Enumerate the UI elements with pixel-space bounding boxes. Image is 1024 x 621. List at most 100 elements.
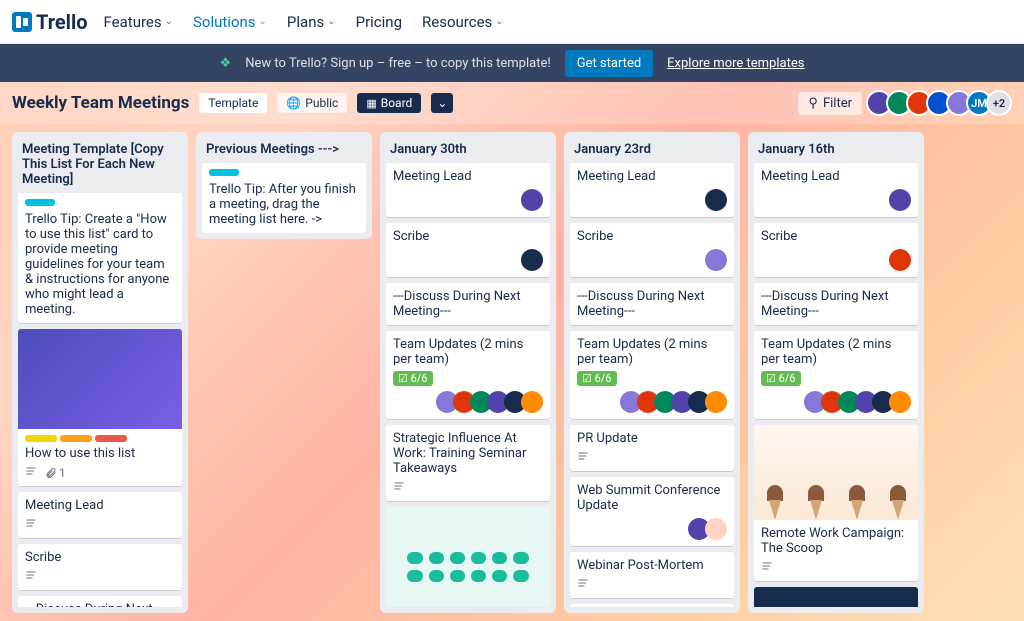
brand-logo[interactable]: Trello xyxy=(12,10,88,34)
card[interactable]: ---Discuss During Next Meeting--- xyxy=(754,283,918,325)
public-button[interactable]: 🌐 Public xyxy=(277,93,347,113)
card-title: PR Update xyxy=(577,431,727,446)
card[interactable]: Trello Tip: Create a "How to use this li… xyxy=(18,193,182,323)
card[interactable]: Meeting Lead xyxy=(570,163,734,217)
trello-icon xyxy=(12,12,32,32)
member-avatar[interactable] xyxy=(521,391,543,413)
card-members xyxy=(761,249,911,271)
description-icon xyxy=(577,577,589,592)
nav-item-plans[interactable]: Plans⌄ xyxy=(277,5,346,39)
card-title: Meeting Lead xyxy=(393,169,543,184)
card[interactable]: Team Updates (2 mins per team)☑ 6/6 xyxy=(386,331,550,419)
filter-button[interactable]: ⚲ Filter xyxy=(798,92,862,115)
card-members xyxy=(761,391,911,413)
board-icon xyxy=(366,96,376,110)
card[interactable]: Team Updates (2 mins per team) ☑ 6/6 xyxy=(754,331,918,419)
card-label xyxy=(60,435,92,442)
card-cover xyxy=(386,507,550,607)
chevron-down-icon: ⌄ xyxy=(437,96,447,110)
list-title[interactable]: January 30th xyxy=(386,138,550,163)
card-title: Team Updates (2 mins per team) xyxy=(761,337,911,367)
card-members xyxy=(577,249,727,271)
chevron-down-icon: ⌄ xyxy=(165,16,173,27)
explore-templates-link[interactable]: Explore more templates xyxy=(667,56,804,71)
card-members xyxy=(577,189,727,211)
list-title[interactable]: Meeting Template [Copy This List For Eac… xyxy=(18,138,182,193)
member-overflow-count[interactable]: +2 xyxy=(986,90,1012,116)
card-label xyxy=(95,435,127,442)
member-avatar[interactable] xyxy=(521,189,543,211)
nav-item-solutions[interactable]: Solutions⌄ xyxy=(183,5,277,39)
card[interactable]: Remote Work Campaign: The Scoop xyxy=(754,425,918,581)
card[interactable]: Team Updates (2 mins per team)☑ 6/6 xyxy=(570,331,734,419)
list-title[interactable]: January 23rd xyxy=(570,138,734,163)
card-members xyxy=(761,189,911,211)
board-view-button[interactable]: Board xyxy=(357,93,421,113)
template-pill[interactable]: Template xyxy=(199,93,267,113)
card[interactable]: ---Discuss During Next Meeting--- xyxy=(18,596,182,607)
card[interactable]: Scribe xyxy=(570,223,734,277)
card[interactable]: Scribe xyxy=(18,544,182,590)
card-title: Team Updates (2 mins per team) xyxy=(393,337,543,367)
promo-bar: ❖ New to Trello? Sign up – free – to cop… xyxy=(0,44,1024,82)
card[interactable]: PR Update xyxy=(570,425,734,471)
nav-item-features[interactable]: Features⌄ xyxy=(94,5,183,39)
card-cover xyxy=(18,329,182,429)
card-title: Webinar Post-Mortem xyxy=(577,558,727,573)
member-avatar[interactable] xyxy=(889,249,911,271)
top-nav: Trello Features⌄Solutions⌄Plans⌄PricingR… xyxy=(0,0,1024,44)
card[interactable]: ---Discuss During Next Meeting--- xyxy=(570,283,734,325)
card[interactable]: Meeting Lead xyxy=(386,163,550,217)
list-title[interactable]: Previous Meetings ---> xyxy=(202,138,366,163)
chevron-down-icon: ⌄ xyxy=(495,16,503,27)
list: January 23rdMeeting Lead Scribe ---Discuss… xyxy=(564,132,740,613)
card[interactable]: Team bravo 👏 xyxy=(570,604,734,607)
card[interactable]: Scribe xyxy=(386,223,550,277)
card[interactable]: Topic clusters - making our content more… xyxy=(386,507,550,607)
board-canvas[interactable]: Meeting Template [Copy This List For Eac… xyxy=(0,124,1024,621)
get-started-button[interactable]: Get started xyxy=(565,50,653,77)
board-title[interactable]: Weekly Team Meetings xyxy=(12,93,189,113)
description-icon xyxy=(25,569,37,584)
card[interactable]: The key ingredient to building trust is … xyxy=(754,587,918,607)
checklist-badge: ☑ 6/6 xyxy=(761,371,801,386)
card-title: ---Discuss During Next Meeting--- xyxy=(761,289,911,319)
member-avatar[interactable] xyxy=(705,518,727,540)
card-title: Strategic Influence At Work: Training Se… xyxy=(393,431,543,476)
description-icon xyxy=(25,465,37,480)
card[interactable]: Meeting Lead xyxy=(754,163,918,217)
card-members xyxy=(577,518,727,540)
member-avatar[interactable] xyxy=(705,189,727,211)
card-title: Meeting Lead xyxy=(25,498,175,513)
member-avatar[interactable] xyxy=(889,189,911,211)
member-avatar[interactable] xyxy=(705,249,727,271)
card[interactable]: Meeting Lead xyxy=(18,492,182,538)
brand-name: Trello xyxy=(36,10,88,34)
card[interactable]: Webinar Post-Mortem xyxy=(570,552,734,598)
nav-item-pricing[interactable]: Pricing xyxy=(346,5,412,39)
board-members[interactable]: JM+2 xyxy=(872,90,1012,116)
card-members xyxy=(393,391,543,413)
member-avatar[interactable] xyxy=(705,391,727,413)
card-labels xyxy=(25,435,175,442)
globe-icon: 🌐 xyxy=(286,96,301,110)
card-title: Scribe xyxy=(761,229,911,244)
list: Meeting Template [Copy This List For Eac… xyxy=(12,132,188,613)
card-label xyxy=(25,199,55,206)
card[interactable]: How to use this list1 xyxy=(18,329,182,486)
list-title[interactable]: January 16th xyxy=(754,138,918,163)
card[interactable]: Trello Tip: After you finish a meeting, … xyxy=(202,163,366,233)
card-title: Web Summit Conference Update xyxy=(577,483,727,513)
card[interactable]: ---Discuss During Next Meeting--- xyxy=(386,283,550,325)
card[interactable]: Web Summit Conference Update xyxy=(570,477,734,546)
card[interactable]: Strategic Influence At Work: Training Se… xyxy=(386,425,550,501)
nav-item-resources[interactable]: Resources⌄ xyxy=(412,5,514,39)
card-title: Trello Tip: After you finish a meeting, … xyxy=(209,182,359,227)
card[interactable]: Scribe xyxy=(754,223,918,277)
card-title: Remote Work Campaign: The Scoop xyxy=(761,526,911,556)
member-avatar[interactable] xyxy=(889,391,911,413)
member-avatar[interactable] xyxy=(521,249,543,271)
description-icon xyxy=(761,560,773,575)
view-switcher-arrow[interactable]: ⌄ xyxy=(431,93,453,113)
card-title: Meeting Lead xyxy=(761,169,911,184)
